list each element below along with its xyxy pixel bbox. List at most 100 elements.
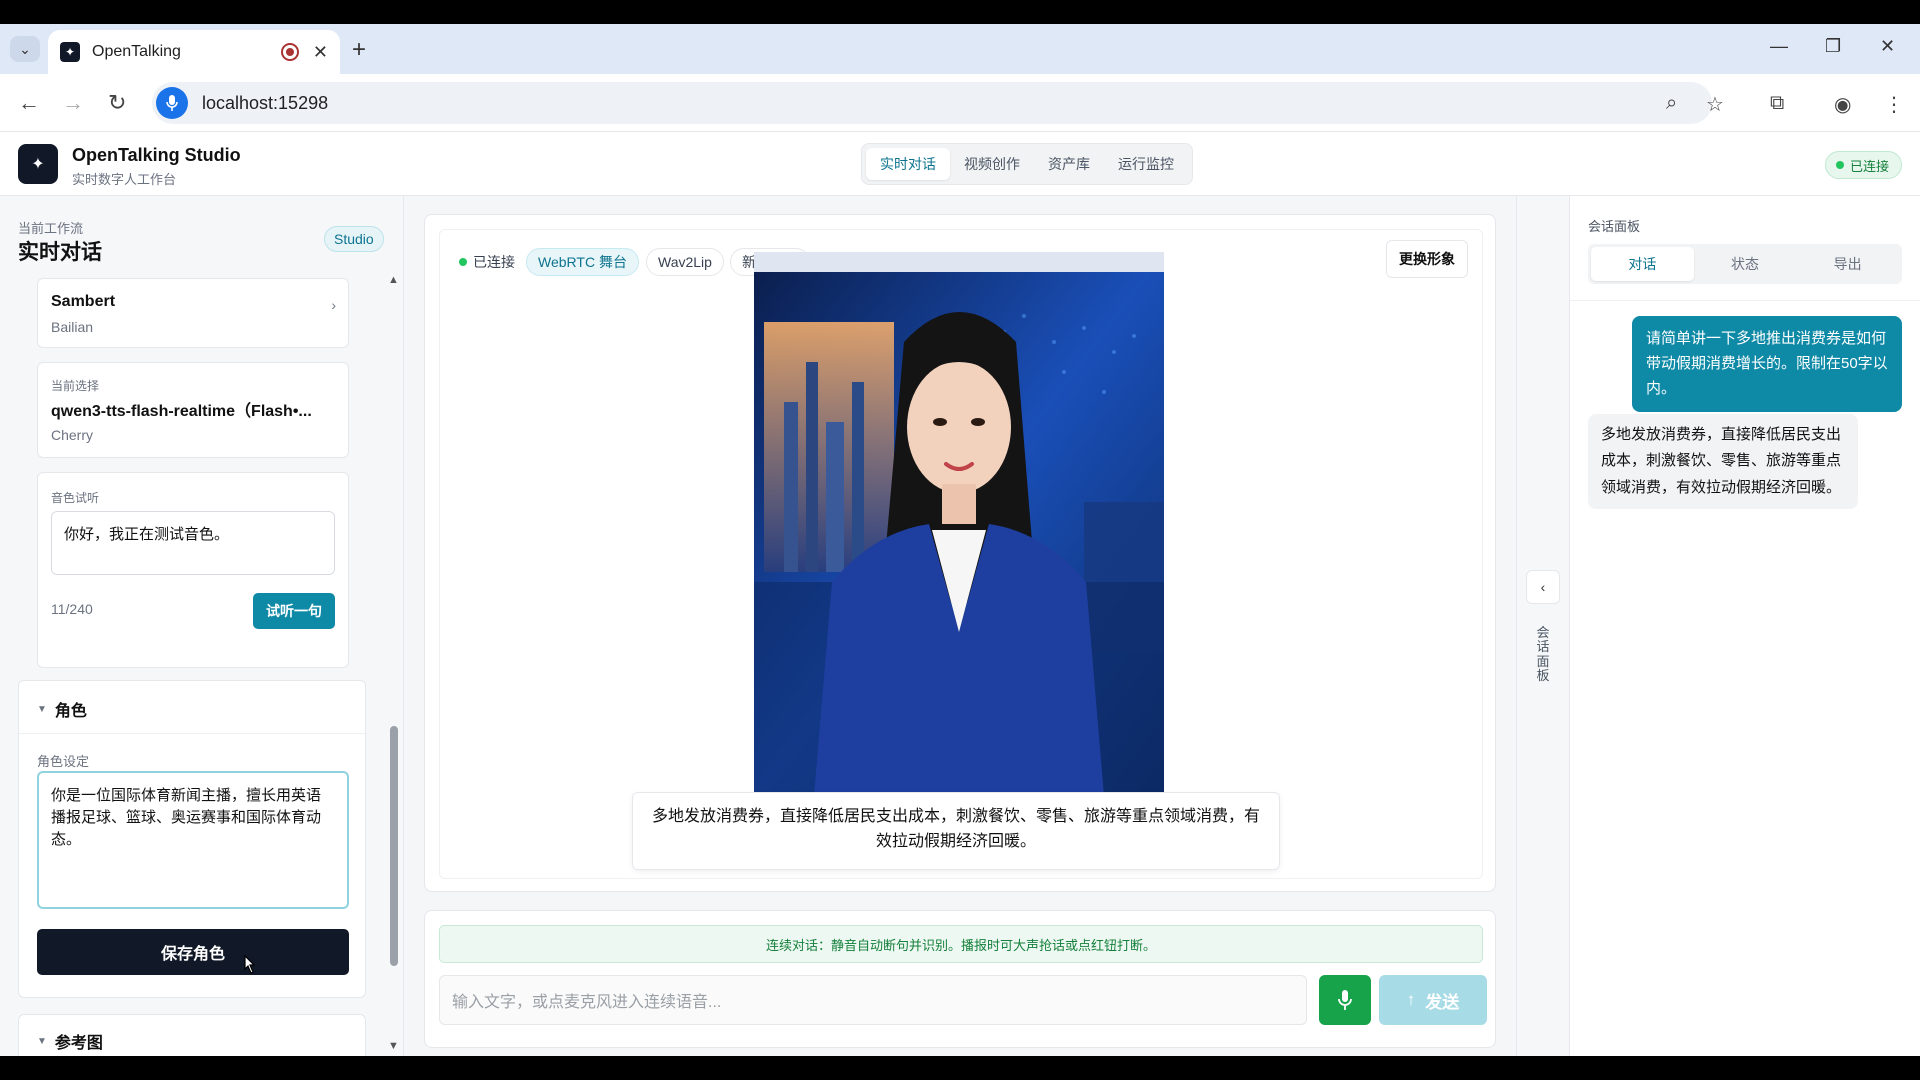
screen-top-bar: [0, 0, 1920, 24]
voice-provider-sub: Bailian: [51, 319, 94, 335]
stage-panel: 已连接 WebRTC 舞台 Wav2Lip 新闻主播 更换形象: [424, 214, 1496, 892]
extensions-icon[interactable]: ⧉: [1770, 92, 1784, 115]
tab-title: OpenTalking: [92, 43, 181, 60]
voice-preview-label: 音色试听: [51, 491, 100, 505]
sidebar-scrollbar[interactable]: ▲ ▼: [388, 274, 400, 1054]
url-text: localhost:15298: [202, 92, 329, 113]
zoom-icon[interactable]: ⌕: [1666, 92, 1677, 115]
window-close-icon[interactable]: ✕: [1880, 36, 1895, 57]
preview-voice-button[interactable]: 试听一句: [253, 593, 335, 629]
caret-down-icon: ▼: [37, 703, 47, 715]
mic-icon: [1338, 990, 1352, 1010]
workflow-label: 当前工作流: [18, 221, 84, 236]
tab-dialog[interactable]: 对话: [1591, 247, 1694, 281]
app-root: ✦ OpenTalking Studio 实时数字人工作台 实时对话 视频创作 …: [0, 132, 1920, 1056]
chevron-left-icon[interactable]: ‹: [1526, 570, 1560, 604]
address-bar: ← → ↻ localhost:15298 ⌕ ☆ ⧉ ◉ ⋮: [0, 74, 1920, 132]
site-mic-icon[interactable]: [156, 87, 188, 119]
left-sidebar: 当前工作流 实时对话 Studio Sambert Bailian › 当前选择…: [0, 196, 404, 1056]
send-button[interactable]: ↑ 发送: [1379, 975, 1487, 1025]
chevron-right-icon: ›: [331, 297, 336, 313]
subtitle-caption: 多地发放消费券，直接降低居民支出成本，刺激餐饮、零售、旅游等重点领域消费，有效拉…: [632, 792, 1280, 870]
current-model-name: qwen3-tts-flash-realtime（Flash•...: [51, 403, 312, 420]
main-nav: 实时对话 视频创作 资产库 运行监控: [861, 143, 1193, 185]
app-logo-icon: ✦: [18, 144, 58, 184]
app-header: ✦ OpenTalking Studio 实时数字人工作台 实时对话 视频创作 …: [0, 132, 1920, 196]
role-section-header[interactable]: ▼ 角色: [37, 697, 87, 721]
current-selection-card[interactable]: 当前选择 qwen3-tts-flash-realtime（Flash•... …: [37, 362, 349, 458]
recording-indicator-icon: [280, 43, 299, 61]
tab-run-monitor[interactable]: 运行监控: [1104, 148, 1188, 180]
reference-section-title: 参考图: [54, 1035, 103, 1052]
voice-provider-card[interactable]: Sambert Bailian ›: [37, 278, 349, 348]
voice-provider-name: Sambert: [51, 293, 116, 310]
message-input[interactable]: 输入文字，或点麦克风进入连续语音...: [439, 975, 1307, 1025]
stage-connected-text: 已连接: [473, 254, 515, 270]
connection-status-badge: 已连接: [1824, 151, 1902, 179]
brand-subtitle: 实时数字人工作台: [72, 172, 177, 187]
conversation-panel: 会话面板 对话 状态 导出 请简单讲一下多地推出消费券是如何带动假期消费增长的。…: [1570, 196, 1920, 1056]
stage-connected-chip: 已连接: [448, 248, 526, 276]
panel-title: 会话面板: [1588, 219, 1641, 234]
back-icon[interactable]: ←: [18, 90, 40, 116]
tab-status[interactable]: 状态: [1694, 247, 1797, 281]
voice-preview-card: 音色试听 你好，我正在测试音色。 11/240 试听一句: [37, 472, 349, 668]
user-message: 请简单讲一下多地推出消费券是如何带动假期消费增长的。限制在50字以内。: [1632, 316, 1902, 413]
role-field-label: 角色设定: [37, 754, 90, 769]
strip-label[interactable]: 会话面板: [1535, 625, 1551, 683]
role-prompt-textarea[interactable]: 你是一位国际体育新闻主播，擅长用英语播报足球、篮球、奥运赛事和国际体育动态。: [37, 771, 349, 909]
studio-badge: Studio: [324, 226, 384, 252]
transport-chip: WebRTC 舞台: [526, 248, 639, 276]
connection-status-text: 已连接: [1849, 158, 1889, 174]
scroll-up-icon[interactable]: ▲: [388, 274, 399, 286]
tab-video-creation[interactable]: 视频创作: [950, 148, 1034, 180]
voice-preview-input[interactable]: 你好，我正在测试音色。: [51, 511, 335, 575]
panel-tabs: 对话 状态 导出: [1588, 244, 1902, 284]
forward-icon[interactable]: →: [62, 90, 84, 116]
close-tab-icon[interactable]: ✕: [313, 42, 328, 63]
workflow-title: 实时对话: [18, 241, 102, 264]
panel-collapse-strip: ‹ 会话面板: [1516, 196, 1570, 1056]
tab-export[interactable]: 导出: [1796, 247, 1899, 281]
reference-section-header[interactable]: ▼ 参考图: [37, 1029, 103, 1053]
restore-icon[interactable]: ❐: [1825, 36, 1841, 57]
role-section-title: 角色: [54, 703, 87, 720]
browser-tab[interactable]: ✦ OpenTalking ✕: [48, 30, 340, 74]
mic-button[interactable]: [1319, 975, 1371, 1025]
save-role-button[interactable]: 保存角色: [37, 929, 349, 975]
brand-title: OpenTalking Studio: [72, 145, 241, 165]
arrow-up-icon: ↑: [1406, 990, 1416, 1009]
caret-down-icon: ▼: [37, 1035, 47, 1047]
menu-icon[interactable]: ⋮: [1884, 92, 1904, 117]
avatar-video: [754, 252, 1164, 796]
reference-image-section: ▼ 参考图: [18, 1014, 366, 1056]
video-stage: 已连接 WebRTC 舞台 Wav2Lip 新闻主播 更换形象: [439, 229, 1483, 879]
scroll-down-icon[interactable]: ▼: [388, 1040, 399, 1052]
scroll-thumb[interactable]: [390, 726, 398, 966]
send-label: 发送: [1425, 992, 1460, 1012]
profile-icon[interactable]: ◉: [1834, 92, 1851, 117]
screen-bottom-bar: [0, 1056, 1920, 1080]
divider: [19, 733, 365, 734]
status-dot-icon: [459, 258, 467, 266]
url-omnibox[interactable]: localhost:15298: [152, 82, 1712, 124]
new-tab-button[interactable]: +: [352, 36, 366, 64]
input-panel: 连续对话：静音自动断句并识别。播报时可大声抢话或点红钮打断。 输入文字，或点麦克…: [424, 910, 1496, 1048]
favicon-icon: ✦: [60, 42, 80, 62]
char-count: 11/240: [51, 601, 93, 617]
current-voice-name: Cherry: [51, 427, 94, 443]
mouse-cursor-icon: [244, 954, 256, 974]
status-dot-icon: [1835, 161, 1844, 169]
continuous-talk-hint: 连续对话：静音自动断句并识别。播报时可大声抢话或点红钮打断。: [439, 925, 1483, 963]
role-section: ▼ 角色 角色设定 你是一位国际体育新闻主播，擅长用英语播报足球、篮球、奥运赛事…: [18, 680, 366, 998]
model-chip: Wav2Lip: [646, 248, 724, 276]
bookmark-star-icon[interactable]: ☆: [1706, 92, 1724, 117]
tab-asset-library[interactable]: 资产库: [1034, 148, 1104, 180]
reload-icon[interactable]: ↻: [108, 90, 126, 116]
current-selection-label: 当前选择: [51, 379, 100, 393]
browser-tab-strip: ⌄ ✦ OpenTalking ✕ + — ❐ ✕: [0, 24, 1920, 74]
tab-search-dropdown[interactable]: ⌄: [10, 36, 40, 62]
change-avatar-button[interactable]: 更换形象: [1386, 240, 1468, 278]
tab-realtime-chat[interactable]: 实时对话: [866, 148, 950, 180]
minimize-icon[interactable]: —: [1770, 36, 1788, 57]
